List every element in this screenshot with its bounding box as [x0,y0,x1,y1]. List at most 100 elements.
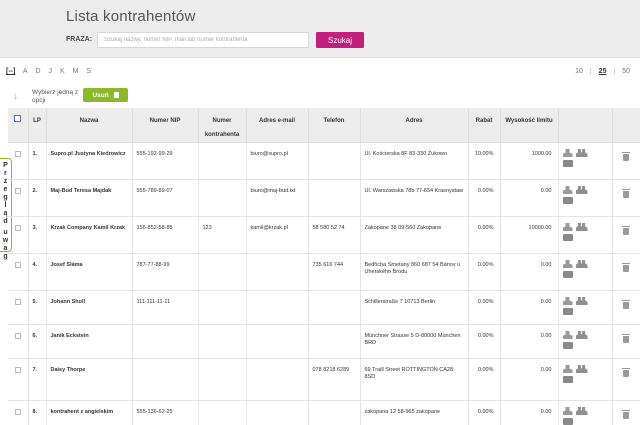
id-card-icon[interactable] [562,418,573,425]
search-button[interactable]: Szukaj [316,32,364,48]
row-checkbox[interactable] [14,367,21,373]
trash-icon[interactable] [621,410,630,419]
table-row: 7. Daisy Thorpe 078 8218 6289 69 Traill Str… [8,358,640,401]
per-page-10[interactable]: 10 [575,68,583,75]
edit-user-icon[interactable] [562,260,573,268]
trash-icon[interactable] [621,189,630,198]
row-phone: 078 8218 6289 [308,358,361,401]
id-card-icon[interactable] [562,197,573,204]
edit-user-icon[interactable] [562,331,573,339]
edit-user-icon[interactable] [562,365,573,373]
header-phone[interactable]: Telefon [308,108,361,143]
row-nip: 787-77-88-99 [132,253,199,291]
row-checkbox[interactable] [14,151,21,157]
row-select-cell[interactable] [8,400,29,425]
bulk-remove-button[interactable]: Usuń [83,88,128,102]
row-checkbox[interactable] [14,409,21,415]
header-limit[interactable]: Wysokość limitu [500,108,559,143]
row-name[interactable]: Maj-Bud Teresa Majdak [46,179,133,217]
id-card-icon[interactable] [562,376,573,383]
row-name[interactable]: Supro.pl Justyna Kiedrowicz [46,142,133,180]
row-phone [308,400,361,425]
header-email[interactable]: Adres e-mail [246,108,309,143]
row-discount: 0.00% [468,216,501,254]
row-actions [558,358,613,401]
row-delete-cell [612,142,640,180]
row-select-cell[interactable] [8,216,29,254]
alphabet-letter-j[interactable]: J [49,68,53,75]
edit-user-icon[interactable] [562,149,573,157]
row-name[interactable]: Daisy Thorpe [46,358,133,401]
id-card-icon[interactable] [562,308,573,315]
alphabet-letter-k[interactable]: K [60,68,65,75]
row-checkbox[interactable] [14,299,21,305]
id-card-icon[interactable] [562,160,573,167]
row-discount: 0.00% [468,358,501,401]
table-row: 8. kontrahent z angielskim 555-136-62-25 za… [8,400,640,425]
contacts-icon[interactable] [575,297,588,305]
trash-icon[interactable] [621,263,630,272]
header-number[interactable]: Numer kontrahenta [198,108,247,143]
alphabet-letter-d[interactable]: D [36,68,41,75]
contacts-icon[interactable] [575,223,588,231]
row-actions-bottom [562,271,610,278]
contacts-icon[interactable] [575,186,588,194]
edit-user-icon[interactable] [562,186,573,194]
trash-icon[interactable] [621,152,630,161]
row-checkbox[interactable] [14,188,21,194]
contacts-icon[interactable] [575,407,588,415]
id-card-icon[interactable] [562,234,573,241]
header-nip[interactable]: Numer NIP [132,108,199,143]
alphabet-letter-a[interactable]: A [23,68,28,75]
row-select-cell[interactable] [8,142,29,180]
trash-icon[interactable] [621,368,630,377]
header-lp[interactable]: LP [28,108,47,143]
row-select-cell[interactable] [8,358,29,401]
per-page-50[interactable]: 50 [622,68,630,75]
header-delete [612,108,640,143]
arrow-down-icon: ↓ [13,91,18,102]
header-select-all[interactable] [8,108,29,143]
edit-user-icon[interactable] [562,297,573,305]
id-card-icon[interactable] [562,342,573,349]
row-number [198,179,247,217]
row-select-cell[interactable] [8,179,29,217]
select-all-checkbox[interactable] [14,115,22,122]
row-name[interactable]: Josef Sláma [46,253,133,291]
row-select-cell[interactable] [8,253,29,291]
row-checkbox[interactable] [14,225,21,231]
edit-user-icon[interactable] [562,223,573,231]
row-checkbox[interactable] [14,262,21,268]
alphabet-letter-m[interactable]: M [73,68,79,75]
contacts-icon[interactable] [575,365,588,373]
table-header-row: LP Nazwa Numer NIP Numer kontrahenta Adr… [8,108,640,143]
contacts-icon[interactable] [575,260,588,268]
row-name[interactable]: Krzak Company Kamil Krzak [46,216,133,254]
header-discount[interactable]: Rabat [468,108,501,143]
contacts-icon[interactable] [575,331,588,339]
row-address: Zakopane 38 09-560 Zakopane [360,216,469,254]
alphabet-letter-s[interactable]: S [86,68,91,75]
row-select-cell[interactable] [8,290,29,325]
row-nip: 555-789-89-07 [132,179,199,217]
row-phone [308,142,361,180]
header-name[interactable]: Nazwa [46,108,133,143]
trash-icon[interactable] [621,300,630,309]
edit-user-icon[interactable] [562,407,573,415]
row-name[interactable]: kontrahent z angielskim [46,400,133,425]
trash-icon[interactable] [621,226,630,235]
row-actions-top [562,186,610,194]
row-name[interactable]: Janik Eckstein [46,324,133,359]
trash-icon[interactable] [621,334,630,343]
alphabet-all-link[interactable]: [--] [6,68,15,75]
header-address[interactable]: Adres [360,108,469,143]
table-row: 1. Supro.pl Justyna Kiedrowicz 555-192-99-… [8,142,640,180]
contacts-icon[interactable] [575,149,588,157]
row-actions-bottom [562,418,610,425]
row-checkbox[interactable] [14,333,21,339]
id-card-icon[interactable] [562,271,573,278]
row-select-cell[interactable] [8,324,29,359]
search-input[interactable] [97,32,309,48]
row-name[interactable]: Johann Sholl [46,290,133,325]
per-page-25[interactable]: 25 [599,68,607,75]
